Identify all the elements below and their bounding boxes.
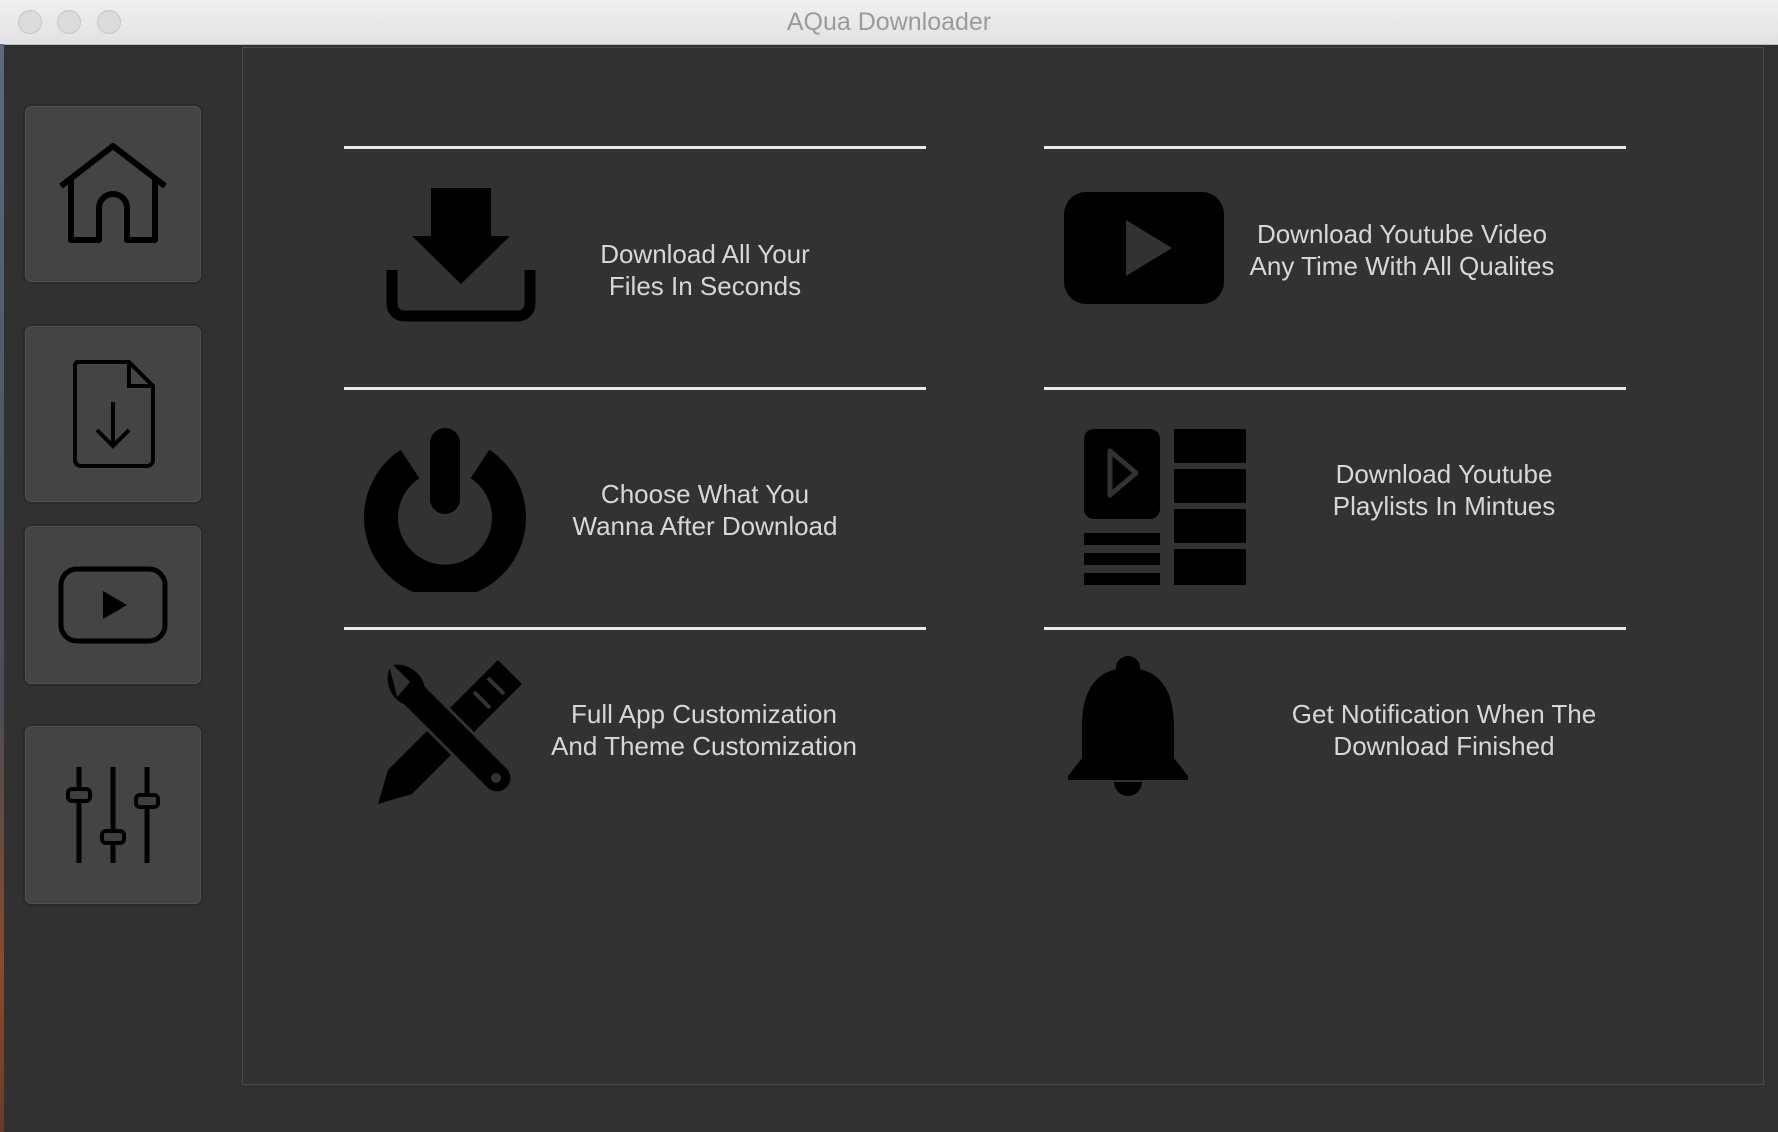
divider [344,146,926,149]
divider [344,627,926,630]
divider [344,387,926,390]
app-window: AQua Downloader Download All Your Files … [0,0,1778,1132]
window-title: AQua Downloader [786,8,992,36]
feature-text: Download Youtube Video Any Time With All… [1249,219,1555,281]
title-bar: AQua Downloader [0,0,1778,45]
play-video-icon [58,566,168,644]
divider [1044,387,1626,390]
sidebar-item-settings[interactable] [23,724,203,906]
download-tray-icon [386,188,536,322]
feature-text: Download Youtube Playlists In Mintues [1332,459,1556,521]
desktop-edge [0,44,4,1132]
divider [1044,627,1626,630]
home-icon [59,143,167,243]
youtube-play-icon [1064,192,1224,304]
feature-text: Choose What You Wanna After Download [572,479,838,541]
sidebar-item-downloads[interactable] [23,324,203,504]
feature-text: Download All Your Files In Seconds [600,239,810,301]
feature-text: Full App Customization And Theme Customi… [551,699,857,761]
power-icon [364,428,526,592]
tools-icon [378,660,522,804]
feature-text: Get Notification When The Download Finis… [1291,699,1597,761]
playlist-icon [1084,429,1246,585]
sidebar-item-youtube[interactable] [23,524,203,686]
sliders-icon [66,767,160,863]
bell-icon [1068,656,1188,796]
divider [1044,146,1626,149]
file-download-icon [72,360,155,468]
sidebar-item-home[interactable] [23,104,203,284]
